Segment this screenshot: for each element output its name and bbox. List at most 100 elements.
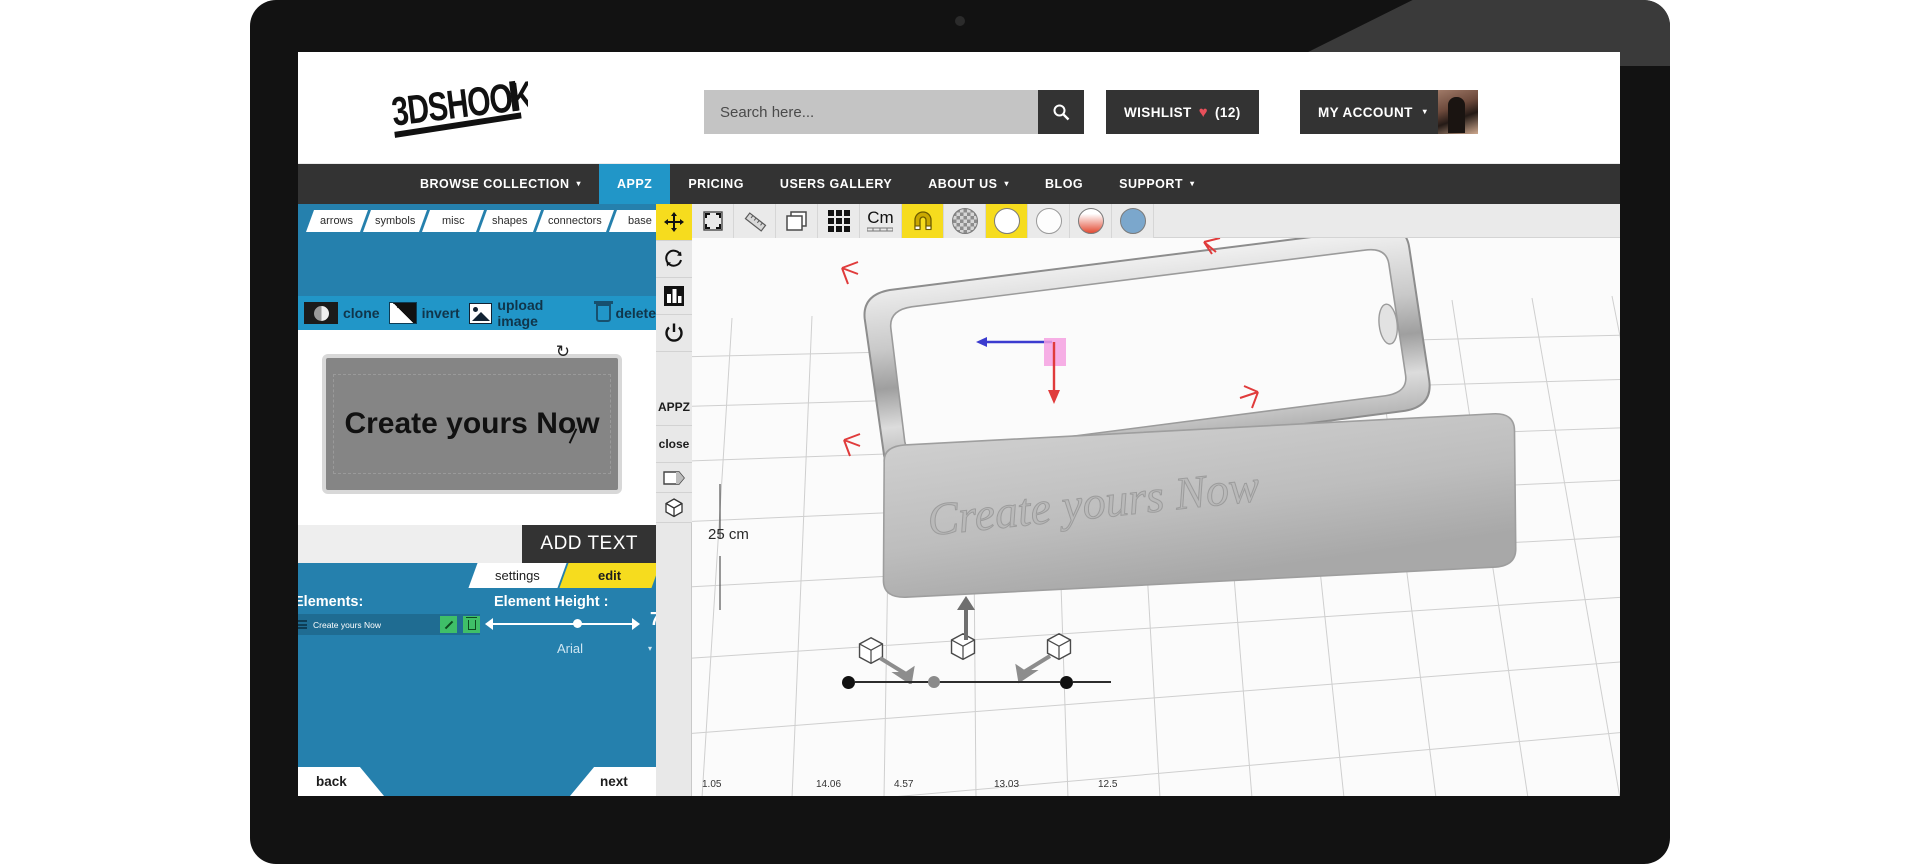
tab-settings[interactable]: settings bbox=[468, 563, 567, 588]
search-bar[interactable] bbox=[704, 90, 1084, 134]
upload-image-icon bbox=[468, 302, 493, 324]
wishlist-button[interactable]: WISHLIST ♥ (12) bbox=[1106, 90, 1259, 134]
scale-tool-button[interactable] bbox=[656, 278, 692, 315]
clone-button[interactable]: clone bbox=[304, 302, 380, 324]
category-label: arrows bbox=[320, 215, 354, 227]
element-height-slider[interactable] bbox=[485, 617, 640, 631]
editor-tab-strip: settings edit bbox=[298, 563, 661, 588]
category-label: misc bbox=[442, 215, 465, 227]
cube-tool-button[interactable] bbox=[656, 493, 692, 523]
tag-tool-button[interactable] bbox=[656, 463, 692, 493]
my-account-button[interactable]: MY ACCOUNT ▾ bbox=[1300, 90, 1442, 134]
nav-label: BLOG bbox=[1045, 177, 1084, 191]
font-select[interactable]: Arial bbox=[494, 638, 646, 658]
grid-button[interactable] bbox=[818, 203, 860, 238]
category-tab-arrows[interactable]: arrows bbox=[305, 210, 369, 232]
invert-button[interactable]: invert bbox=[388, 302, 460, 324]
nav-item-pricing[interactable]: PRICING bbox=[670, 164, 762, 204]
tablet-device-frame: 3DSHOOK WISHLIST ♥ (12) bbox=[250, 0, 1670, 864]
scale-label: 25 cm bbox=[708, 526, 749, 543]
move-tool-button[interactable] bbox=[656, 204, 692, 241]
gizmo-slider-z[interactable] bbox=[1010, 675, 1118, 689]
site-logo[interactable]: 3DSHOOK bbox=[388, 80, 528, 138]
slider-track[interactable] bbox=[491, 623, 636, 625]
nav-item-browse-collection[interactable]: BROWSE COLLECTION ▾ bbox=[402, 164, 599, 204]
chevron-down-icon[interactable]: ▾ bbox=[648, 644, 652, 653]
gizmo-knob-y[interactable] bbox=[928, 676, 940, 688]
nav-item-about-us[interactable]: ABOUT US ▾ bbox=[910, 164, 1027, 204]
tag-icon bbox=[663, 470, 685, 485]
rotate-handle-icon[interactable]: ↻ bbox=[556, 342, 570, 362]
element-edit-button[interactable] bbox=[440, 616, 457, 633]
category-tab-connectors[interactable]: connectors bbox=[536, 210, 615, 232]
vertical-toolbar: APPZ close bbox=[656, 204, 692, 796]
nav-item-blog[interactable]: BLOG bbox=[1027, 164, 1101, 204]
nav-item-appz[interactable]: APPZ bbox=[598, 164, 671, 204]
magnet-button[interactable] bbox=[902, 203, 944, 238]
main-navigation: BROWSE COLLECTION ▾ APPZ PRICING USERS G… bbox=[298, 164, 1620, 204]
chevron-down-icon: ▾ bbox=[1004, 179, 1010, 188]
swatch-red-button[interactable] bbox=[1070, 203, 1112, 238]
fullscreen-button[interactable] bbox=[692, 203, 734, 238]
object-text: Create yours Now bbox=[344, 407, 600, 440]
nav-label: SUPPORT bbox=[1119, 177, 1184, 191]
back-button[interactable]: back bbox=[298, 767, 384, 796]
slider-arrow-right-icon[interactable] bbox=[632, 618, 640, 630]
slider-knob[interactable] bbox=[573, 619, 582, 628]
nav-item-support[interactable]: SUPPORT ▾ bbox=[1101, 164, 1212, 204]
swatch-blue-icon bbox=[1119, 207, 1146, 234]
next-button[interactable]: next bbox=[570, 767, 656, 796]
3d-viewport[interactable]: Create yours Now 25 cm 1.05 14.06 4.57 1… bbox=[692, 238, 1620, 796]
ruler-button[interactable] bbox=[734, 203, 776, 238]
swatch-textured-button[interactable] bbox=[944, 203, 986, 238]
search-input[interactable] bbox=[704, 90, 1038, 134]
delete-button[interactable]: delete bbox=[593, 301, 656, 322]
category-label: shapes bbox=[492, 215, 529, 227]
rotate-icon bbox=[665, 249, 682, 267]
element-delete-button[interactable] bbox=[463, 616, 480, 633]
layers-button[interactable] bbox=[776, 203, 818, 238]
element-name: Create yours Now bbox=[313, 619, 382, 630]
category-tab-symbols[interactable]: symbols bbox=[362, 210, 428, 232]
rotate-tool-button[interactable] bbox=[656, 241, 692, 278]
gizmo-knob-x[interactable] bbox=[842, 675, 855, 689]
category-tab-strip: arrows symbols misc shapes connectors ba… bbox=[305, 210, 672, 232]
appz-tool-button[interactable]: APPZ bbox=[656, 389, 692, 426]
tab-edit[interactable]: edit bbox=[559, 563, 661, 588]
grid-icon bbox=[827, 209, 850, 232]
invert-label: invert bbox=[421, 305, 460, 321]
delete-label: delete bbox=[615, 305, 656, 321]
power-tool-button[interactable] bbox=[656, 315, 692, 352]
search-button[interactable] bbox=[1038, 90, 1084, 134]
category-tab-misc[interactable]: misc bbox=[422, 210, 485, 232]
unit-label: Cm bbox=[867, 208, 894, 227]
move-icon bbox=[664, 212, 684, 232]
ruler-icon bbox=[744, 211, 766, 232]
category-label: symbols bbox=[375, 215, 416, 227]
avatar[interactable] bbox=[1438, 90, 1478, 134]
upload-image-button[interactable]: upload image bbox=[468, 297, 587, 329]
wishlist-label: WISHLIST bbox=[1124, 104, 1192, 120]
nav-label: APPZ bbox=[616, 177, 653, 191]
gizmo-track-z[interactable] bbox=[1010, 681, 1060, 683]
gizmo-track-z2[interactable] bbox=[1073, 681, 1111, 683]
gizmo-knob-z[interactable] bbox=[1060, 675, 1073, 689]
swatch-blue-button[interactable] bbox=[1112, 203, 1154, 238]
swatch-white-button[interactable] bbox=[986, 203, 1028, 238]
drag-handle-icon[interactable] bbox=[298, 620, 307, 629]
trash-icon bbox=[593, 301, 613, 322]
nav-item-users-gallery[interactable]: USERS GALLERY bbox=[762, 164, 910, 204]
invert-icon bbox=[388, 302, 417, 324]
unit-ruler-icon bbox=[867, 227, 894, 232]
wishlist-count: (12) bbox=[1215, 104, 1241, 120]
text-object[interactable]: ↻ Create yours Now bbox=[322, 342, 622, 494]
swatch-clear-button[interactable] bbox=[1028, 203, 1070, 238]
add-text-button[interactable]: ADD TEXT bbox=[522, 525, 656, 563]
close-tool-button[interactable]: close bbox=[656, 426, 692, 463]
appz-editor: arrows symbols misc shapes connectors ba… bbox=[298, 203, 1620, 796]
editor-canvas[interactable]: ↻ Create yours Now bbox=[298, 330, 656, 525]
add-text-bar: ADD TEXT bbox=[298, 525, 656, 563]
element-list-item[interactable]: Create yours Now bbox=[298, 614, 480, 635]
category-tab-shapes[interactable]: shapes bbox=[479, 210, 542, 232]
unit-button[interactable]: Cm bbox=[860, 203, 902, 238]
